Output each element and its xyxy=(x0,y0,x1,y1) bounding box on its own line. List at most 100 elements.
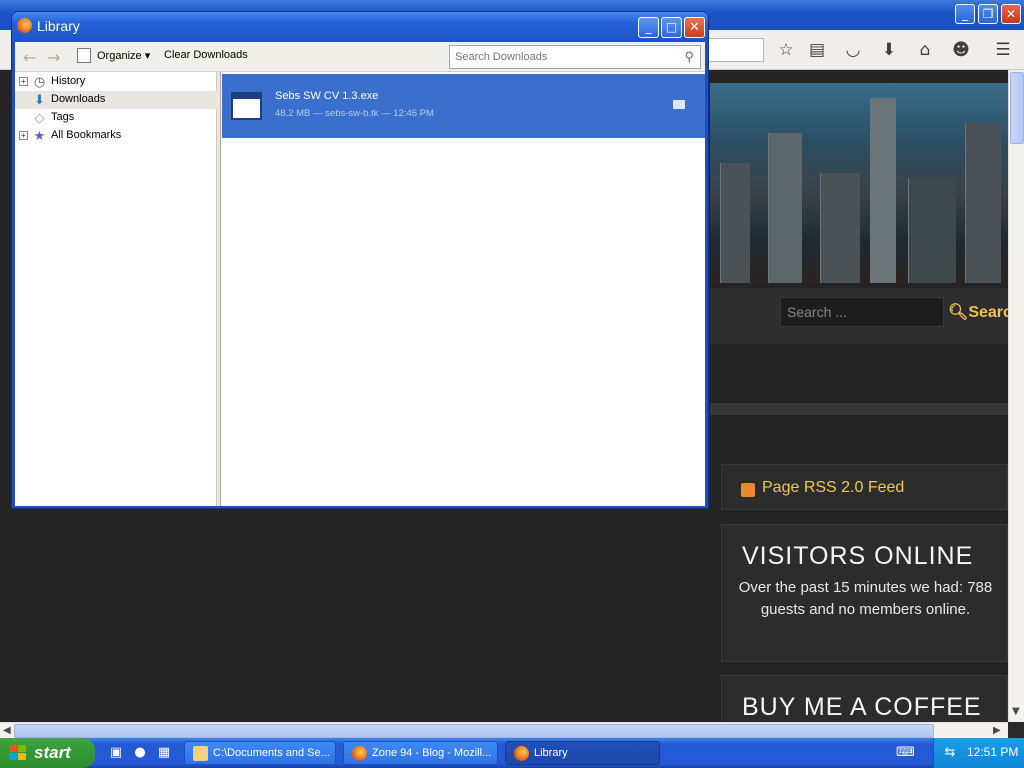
clock-icon: ◷ xyxy=(33,74,46,89)
horizontal-scroll-thumb[interactable] xyxy=(14,724,934,738)
download-details: 48.2 MB — sebs-sw-b.tk — 12:46 PM xyxy=(275,108,434,119)
divider-band xyxy=(710,403,1008,415)
library-toolbar: ← → Organize ▾ Clear Downloads Search Do… xyxy=(15,42,705,72)
vertical-scrollbar[interactable]: ▼ xyxy=(1008,70,1024,722)
expand-icon[interactable]: + xyxy=(19,131,28,140)
tree-item-all-bookmarks[interactable]: + ★ All Bookmarks xyxy=(15,127,217,145)
download-item[interactable]: Sebs SW CV 1.3.exe 48.2 MB — sebs-sw-b.t… xyxy=(222,74,705,138)
minimize-icon[interactable]: _ xyxy=(955,4,975,24)
building-shape xyxy=(965,123,1001,283)
folder-icon xyxy=(193,746,208,761)
task-label: C:\Documents and Se... xyxy=(213,747,330,759)
close-icon[interactable]: ✕ xyxy=(684,17,705,38)
coffee-title: BUY ME A COFFEE xyxy=(742,693,982,721)
clear-downloads-button[interactable]: Clear Downloads xyxy=(164,49,248,61)
organize-icon xyxy=(77,48,91,63)
maximize-icon[interactable]: □ xyxy=(661,17,682,38)
library-body: + ◷ History ⬇ Downloads ◇ Tags + ★ All B… xyxy=(15,72,705,506)
executable-file-icon xyxy=(231,92,262,120)
tag-icon: ◇ xyxy=(34,110,45,125)
system-tray: ⇆ 12:51 PM xyxy=(933,738,1024,768)
organize-menu-button[interactable]: Organize ▾ xyxy=(97,49,150,62)
rss-widget: Page RSS 2.0 Feed xyxy=(721,464,1008,510)
forward-arrow-icon[interactable]: → xyxy=(47,48,60,67)
tree-item-tags[interactable]: ◇ Tags xyxy=(15,109,217,127)
rss-icon xyxy=(741,483,755,497)
tree-item-label: All Bookmarks xyxy=(51,129,122,141)
pane-splitter[interactable] xyxy=(217,72,221,506)
quicklaunch-desktop-icon[interactable]: ▣ xyxy=(108,745,124,761)
site-search-button[interactable]: 🔍︎Searc xyxy=(944,297,1008,327)
visitors-text: Over the past 15 minutes we had: 788 gue… xyxy=(738,579,993,618)
firefox-icon xyxy=(352,746,367,761)
home-icon[interactable]: ⌂ xyxy=(913,38,937,62)
task-label: Zone 94 - Blog - Mozill... xyxy=(372,747,492,759)
visitors-title: VISITORS ONLINE xyxy=(742,542,974,570)
pocket-icon[interactable]: ◡ xyxy=(841,38,865,62)
library-title: Library xyxy=(37,18,80,34)
firefox-icon xyxy=(514,746,529,761)
building-shape xyxy=(768,133,802,283)
clock[interactable]: 12:51 PM xyxy=(967,745,1018,759)
horizontal-scrollbar[interactable]: ◀ ▶ xyxy=(0,722,1008,738)
download-icon[interactable]: ⬇ xyxy=(877,38,901,62)
back-arrow-icon[interactable]: ← xyxy=(23,48,36,67)
tree-item-label: Tags xyxy=(51,111,75,123)
site-search-input[interactable]: Search ... xyxy=(780,297,944,327)
start-label: start xyxy=(34,743,71,762)
visitors-widget: VISITORS ONLINE Over the past 15 minutes… xyxy=(721,524,1008,662)
scroll-down-icon[interactable]: ▼ xyxy=(1012,706,1020,717)
tree-item-label: Downloads xyxy=(51,93,106,105)
organize-label: Organize xyxy=(97,50,142,62)
quicklaunch-firefox-icon[interactable]: ● xyxy=(132,745,148,761)
vertical-scroll-thumb[interactable] xyxy=(1010,72,1024,144)
scroll-left-icon[interactable]: ◀ xyxy=(3,725,11,736)
windows-flag-icon xyxy=(9,745,26,760)
building-shape xyxy=(820,173,860,283)
url-bar[interactable] xyxy=(706,38,764,62)
site-search-bar: Search ... 🔍︎Searc xyxy=(710,288,1008,344)
task-library[interactable]: Library xyxy=(505,741,660,765)
open-folder-icon[interactable] xyxy=(673,100,685,109)
building-shape xyxy=(870,98,896,283)
download-arrow-icon: ⬇ xyxy=(34,92,45,107)
network-icon[interactable]: ⇆ xyxy=(942,745,958,761)
building-shape xyxy=(908,178,956,283)
keyboard-icon[interactable]: ⌨ xyxy=(896,745,915,761)
smiley-icon[interactable]: ☻ xyxy=(949,38,973,62)
search-downloads-input[interactable]: Search Downloads ⚲ xyxy=(449,45,701,69)
tree-item-history[interactable]: + ◷ History xyxy=(15,73,217,91)
library-window: Library _ □ ✕ ← → Organize ▾ Clear Downl… xyxy=(11,11,709,509)
site-search-button-label: Searc xyxy=(968,304,1008,321)
taskbar: start ▣ ● ▦ C:\Documents and Se... Zone … xyxy=(0,738,1024,768)
magnifier-icon: 🔍︎ xyxy=(948,304,969,321)
bookmarks-star-icon: ★ xyxy=(33,128,46,143)
library-titlebar[interactable]: Library _ □ ✕ xyxy=(12,12,708,42)
dropdown-arrow-icon: ▾ xyxy=(144,50,151,62)
firefox-icon xyxy=(17,18,32,33)
start-button[interactable]: start xyxy=(0,738,95,768)
scroll-right-icon[interactable]: ▶ xyxy=(993,725,1001,736)
task-firefox-blog[interactable]: Zone 94 - Blog - Mozill... xyxy=(343,741,498,765)
task-label: Library xyxy=(534,747,568,759)
close-icon[interactable]: ✕ xyxy=(1001,4,1021,24)
minimize-icon[interactable]: _ xyxy=(638,17,659,38)
tree-item-label: History xyxy=(51,75,86,87)
reading-list-icon[interactable]: ▤ xyxy=(805,38,829,62)
places-tree: + ◷ History ⬇ Downloads ◇ Tags + ★ All B… xyxy=(15,72,217,506)
rss-link[interactable]: Page RSS 2.0 Feed xyxy=(762,479,904,497)
bookmark-star-icon[interactable]: ☆ xyxy=(774,38,798,62)
search-icon[interactable]: ⚲ xyxy=(684,49,694,65)
hamburger-menu-icon[interactable]: ☰ xyxy=(991,38,1015,62)
quicklaunch-media-icon[interactable]: ▦ xyxy=(156,745,172,761)
restore-icon[interactable]: ❐ xyxy=(978,4,998,24)
downloads-list: Sebs SW CV 1.3.exe 48.2 MB — sebs-sw-b.t… xyxy=(222,72,705,506)
task-explorer[interactable]: C:\Documents and Se... xyxy=(184,741,336,765)
tree-item-downloads[interactable]: ⬇ Downloads xyxy=(15,91,217,109)
header-city-image xyxy=(710,83,1008,283)
search-downloads-placeholder: Search Downloads xyxy=(455,51,548,63)
download-filename: Sebs SW CV 1.3.exe xyxy=(275,90,379,102)
expand-icon[interactable]: + xyxy=(19,77,28,86)
building-shape xyxy=(720,163,750,283)
coffee-widget: BUY ME A COFFEE xyxy=(721,675,1008,722)
